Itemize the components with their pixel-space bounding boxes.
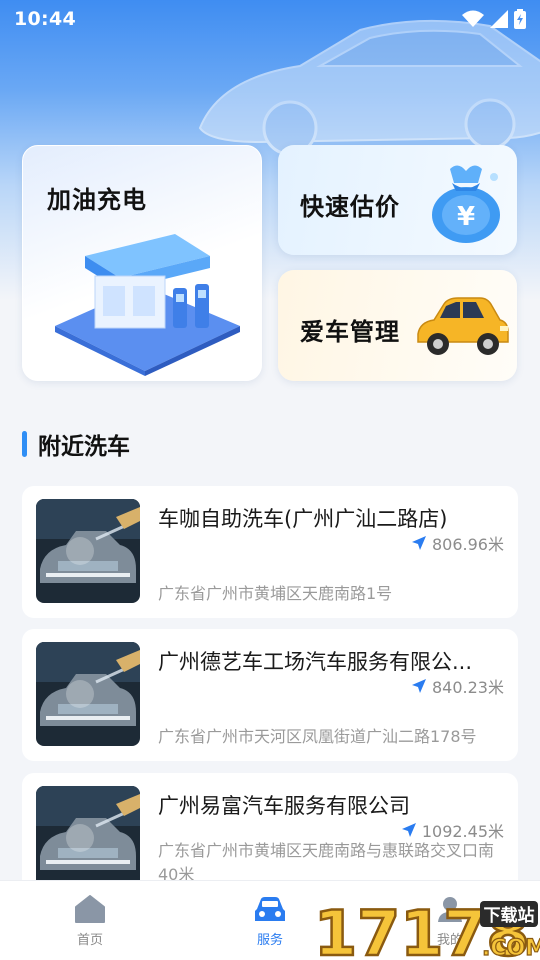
gas-station-illustration xyxy=(55,234,240,376)
carwash-thumbnail xyxy=(36,642,140,746)
carwash-thumbnail xyxy=(36,786,140,890)
shop-name: 车咖自助洗车(广州广汕二路店) xyxy=(158,507,448,531)
tab-home[interactable]: 首页 xyxy=(0,881,180,960)
signal-icon xyxy=(490,10,508,28)
svg-text:¥: ¥ xyxy=(457,202,475,232)
shop-address: 广东省广州市天河区凤凰街道广汕二路178号 xyxy=(158,727,477,746)
navigation-arrow-icon xyxy=(401,823,416,837)
navigation-arrow-icon xyxy=(412,679,426,693)
car-care-title: 爱车管理 xyxy=(300,318,400,346)
status-bar: 10:44 xyxy=(0,0,540,38)
battery-icon xyxy=(514,9,526,29)
status-icons xyxy=(462,9,526,29)
shop-name: 广州德艺车工场汽车服务有限公... xyxy=(158,650,473,674)
list-item[interactable]: 车咖自助洗车(广州广汕二路店) 806.96米 广东省广州市黄埔区天鹿南路1号 xyxy=(22,486,518,618)
shop-address: 广东省广州市黄埔区天鹿南路1号 xyxy=(158,584,393,603)
site-watermark-logo: 17178 下载站 .COM xyxy=(314,896,540,960)
shop-distance: 806.96米 xyxy=(412,531,504,555)
shop-distance-value: 806.96米 xyxy=(432,535,504,554)
refuel-charge-title: 加油充电 xyxy=(47,186,147,214)
nearby-carwash-heading: 附近洗车 xyxy=(22,428,130,460)
shop-distance: 840.23米 xyxy=(412,674,504,698)
section-title: 附近洗车 xyxy=(38,434,130,460)
status-time: 10:44 xyxy=(14,8,76,30)
money-bag-icon: ¥ xyxy=(432,165,500,243)
tab-home-label: 首页 xyxy=(76,933,103,948)
quick-quote-title: 快速估价 xyxy=(300,193,400,221)
carwash-thumbnail xyxy=(36,499,140,603)
watermark-badge: 下载站 xyxy=(484,905,535,926)
wifi-icon xyxy=(462,10,484,27)
quick-quote-card[interactable]: 快速估价 ¥ xyxy=(278,145,517,255)
yellow-car-icon xyxy=(417,297,509,355)
tab-service-label: 服务 xyxy=(256,933,283,948)
navigation-arrow-icon xyxy=(412,536,426,550)
section-accent-bar xyxy=(22,431,27,457)
shop-name: 广州易富汽车服务有限公司 xyxy=(158,794,410,818)
refuel-charge-card[interactable]: 加油充电 xyxy=(22,145,262,381)
home-icon xyxy=(75,895,105,923)
car-care-card[interactable]: 爱车管理 xyxy=(278,270,517,381)
list-item[interactable]: 广州德艺车工场汽车服务有限公... 840.23米 广东省广州市天河区凤凰街道广… xyxy=(22,629,518,761)
watermark-suffix: .COM xyxy=(482,936,540,960)
car-icon xyxy=(255,897,285,921)
shop-distance-value: 840.23米 xyxy=(432,678,504,697)
